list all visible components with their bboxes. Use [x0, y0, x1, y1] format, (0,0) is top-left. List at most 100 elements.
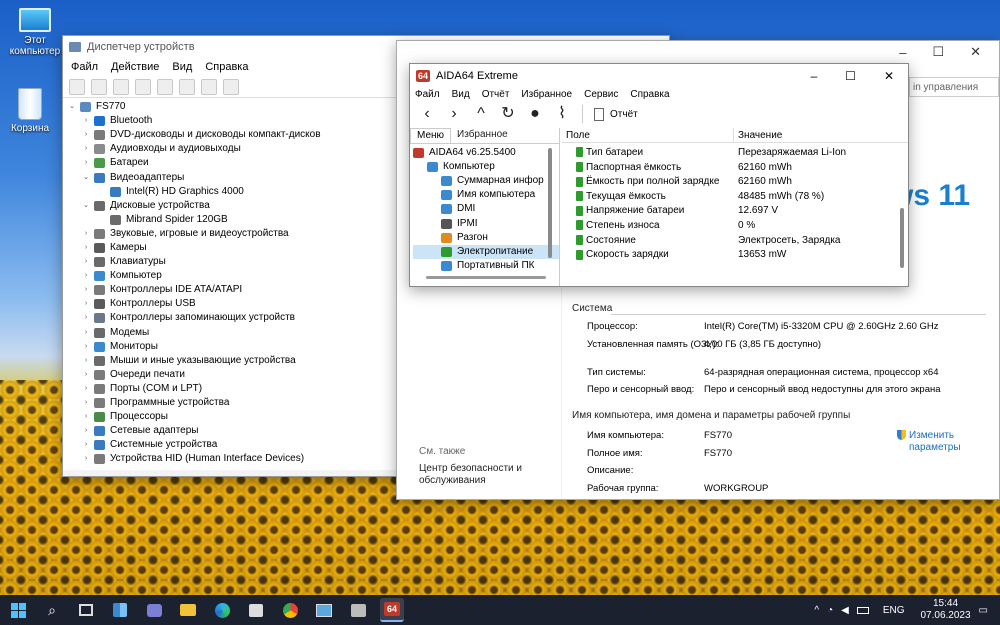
divider	[611, 314, 986, 315]
system-info-row: Тип системы: 64-разрядная операционная си…	[587, 367, 939, 378]
security-center-link[interactable]: Центр безопасности и обслуживания	[419, 463, 522, 487]
details-row[interactable]: Состояние Электросеть, Зарядка	[562, 234, 908, 249]
control-panel-icon[interactable]	[312, 598, 336, 622]
device-tree-item-label: DVD-дисководы и дисководы компакт-дисков	[110, 129, 321, 141]
details-icon[interactable]	[179, 79, 196, 95]
aida64-tree-item[interactable]: Компьютер	[413, 160, 559, 174]
monitor-toolbar-icon[interactable]	[223, 79, 240, 95]
details-row[interactable]: Тип батареи Перезаряжаемая Li-Ion	[562, 146, 908, 161]
aida64-tree-item[interactable]: IPMI	[413, 216, 559, 230]
scan-hardware-icon[interactable]	[201, 79, 218, 95]
device-category-icon	[94, 116, 105, 127]
properties-icon[interactable]	[113, 79, 130, 95]
details-row[interactable]: Паспортная ёмкость 62160 mWh	[562, 161, 908, 176]
horizontal-scrollbar[interactable]	[426, 276, 546, 279]
back-arrow-icon[interactable]: ‹	[418, 105, 436, 123]
column-header-value[interactable]: Значение	[734, 128, 782, 142]
details-row[interactable]: Текущая ёмкость 48485 mWh (78 %)	[562, 190, 908, 205]
scrollbar[interactable]	[900, 208, 904, 268]
menu-item[interactable]: Избранное	[521, 89, 572, 100]
details-value: 12.697 V	[738, 205, 779, 217]
device-tree-item-label: Контроллеры IDE ATA/ATAPI	[110, 284, 243, 296]
forward-arrow-icon[interactable]: ›	[445, 105, 463, 123]
refresh-icon[interactable]: ↻	[499, 105, 517, 123]
change-settings-link[interactable]: Изменить параметры	[897, 430, 961, 454]
scrollbar[interactable]	[548, 148, 552, 258]
edge-icon[interactable]	[210, 598, 234, 622]
back-arrow-icon[interactable]	[69, 79, 85, 95]
menu-item[interactable]: Справка	[205, 61, 248, 73]
chrome-icon[interactable]	[278, 598, 302, 622]
device-manager-taskbar-icon[interactable]	[346, 598, 370, 622]
device-category-icon	[94, 271, 105, 282]
control-panel-search-input[interactable]: in управления	[909, 77, 999, 97]
aida64-titlebar[interactable]: 64 AIDA64 Extreme – ☐ ✕	[410, 64, 908, 88]
close-icon[interactable]: ✕	[884, 69, 894, 83]
aida64-tree-item-label: Суммарная инфор	[457, 175, 544, 187]
aida64-taskbar-button[interactable]: 64	[380, 598, 404, 622]
wifi-icon[interactable]: ◔	[827, 605, 833, 616]
device-category-icon	[94, 257, 105, 268]
chevron-icon: ›	[84, 286, 88, 294]
file-explorer-icon[interactable]	[176, 598, 200, 622]
teams-chat-icon[interactable]	[142, 598, 166, 622]
report-icon	[594, 107, 604, 121]
menu-item[interactable]: Вид	[172, 61, 192, 73]
menu-item[interactable]: Файл	[71, 61, 98, 73]
menu-item[interactable]: Действие	[111, 61, 159, 73]
clock[interactable]: 15:44 07.06.2023	[920, 598, 970, 622]
aida64-tree-item[interactable]: Разгон	[413, 231, 559, 245]
details-row[interactable]: Ёмкость при полной зарядке 62160 mWh	[562, 175, 908, 190]
details-row[interactable]: Степень износа 0 %	[562, 219, 908, 234]
device-tree-item-label: Дисковые устройства	[110, 199, 210, 211]
list-view-icon[interactable]	[135, 79, 152, 95]
store-icon[interactable]	[244, 598, 268, 622]
search-icon[interactable]: ⌕	[40, 598, 64, 622]
notifications-icon[interactable]: ▭	[979, 605, 988, 616]
chart-icon[interactable]: ⌇	[553, 105, 571, 123]
language-indicator[interactable]: ENG	[883, 605, 905, 616]
aida64-tree-item[interactable]: Электропитание	[413, 244, 559, 259]
battery-icon[interactable]	[856, 606, 869, 614]
device-tree-item-label: Процессоры	[110, 411, 168, 423]
chevron-up-icon[interactable]: ^	[814, 605, 819, 616]
desktop-icon-this-pc[interactable]: Этот компьютер	[5, 8, 65, 57]
aida64-tree-item[interactable]: Портативный ПК	[413, 259, 559, 273]
menu-item[interactable]: Справка	[630, 89, 669, 100]
user-icon[interactable]: ●	[526, 105, 544, 123]
details-row[interactable]: Напряжение батареи 12.697 V	[562, 204, 908, 219]
aida64-tree-item[interactable]: Имя компьютера	[413, 188, 559, 202]
desktop-icon-label: Корзина	[10, 123, 50, 134]
task-view-icon[interactable]	[74, 598, 98, 622]
desktop-icon-recycle-bin[interactable]: Корзина	[0, 88, 60, 134]
widgets-icon[interactable]	[108, 598, 132, 622]
close-icon[interactable]: ✕	[970, 44, 981, 60]
help-icon[interactable]	[157, 79, 174, 95]
details-row[interactable]: Скорость зарядки 13653 mW	[562, 248, 908, 263]
minimize-icon[interactable]: –	[899, 45, 906, 60]
volume-icon[interactable]: ◀	[841, 605, 849, 616]
up-arrow-icon[interactable]: ^	[472, 105, 490, 123]
menu-item[interactable]: Файл	[415, 89, 440, 100]
menu-item[interactable]: Отчёт	[482, 89, 510, 100]
details-field: Ёмкость при полной зарядке	[562, 175, 734, 190]
forward-arrow-icon[interactable]	[91, 79, 108, 95]
column-header-field[interactable]: Поле	[562, 128, 734, 142]
tab-favorites[interactable]: Избранное	[451, 128, 514, 143]
taskbar: ⌕ 64 ^ ◔ ◀ ENG 15:44 07.06.2023 ▭	[0, 595, 1000, 625]
aida64-tree-item[interactable]: AIDA64 v6.25.5400	[413, 146, 559, 160]
menu-item[interactable]: Вид	[452, 89, 470, 100]
report-button[interactable]: Отчёт	[594, 107, 638, 121]
maximize-icon[interactable]: ☐	[932, 44, 944, 60]
battery-icon	[576, 205, 583, 216]
details-field: Скорость зарядки	[562, 248, 734, 263]
maximize-icon[interactable]: ☐	[845, 69, 856, 83]
device-category-icon	[94, 426, 105, 437]
minimize-icon[interactable]: –	[810, 69, 817, 83]
aida64-tree-item[interactable]: Суммарная инфор	[413, 174, 559, 188]
chevron-icon: ›	[84, 243, 88, 251]
menu-item[interactable]: Сервис	[584, 89, 618, 100]
start-button[interactable]	[6, 598, 30, 622]
aida64-tree-item[interactable]: DMI	[413, 202, 559, 216]
tab-menu[interactable]: Меню	[410, 128, 452, 143]
